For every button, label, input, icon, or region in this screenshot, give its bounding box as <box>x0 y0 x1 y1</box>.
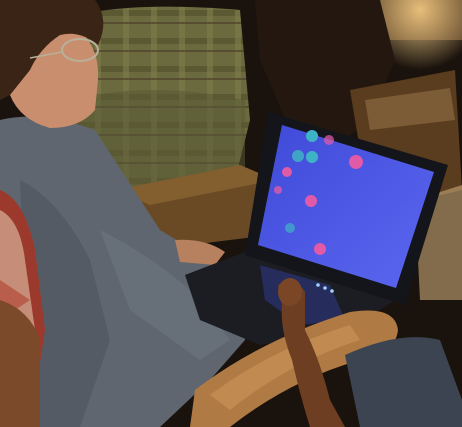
photo-scene <box>0 0 462 427</box>
photo-illustration <box>0 0 462 427</box>
